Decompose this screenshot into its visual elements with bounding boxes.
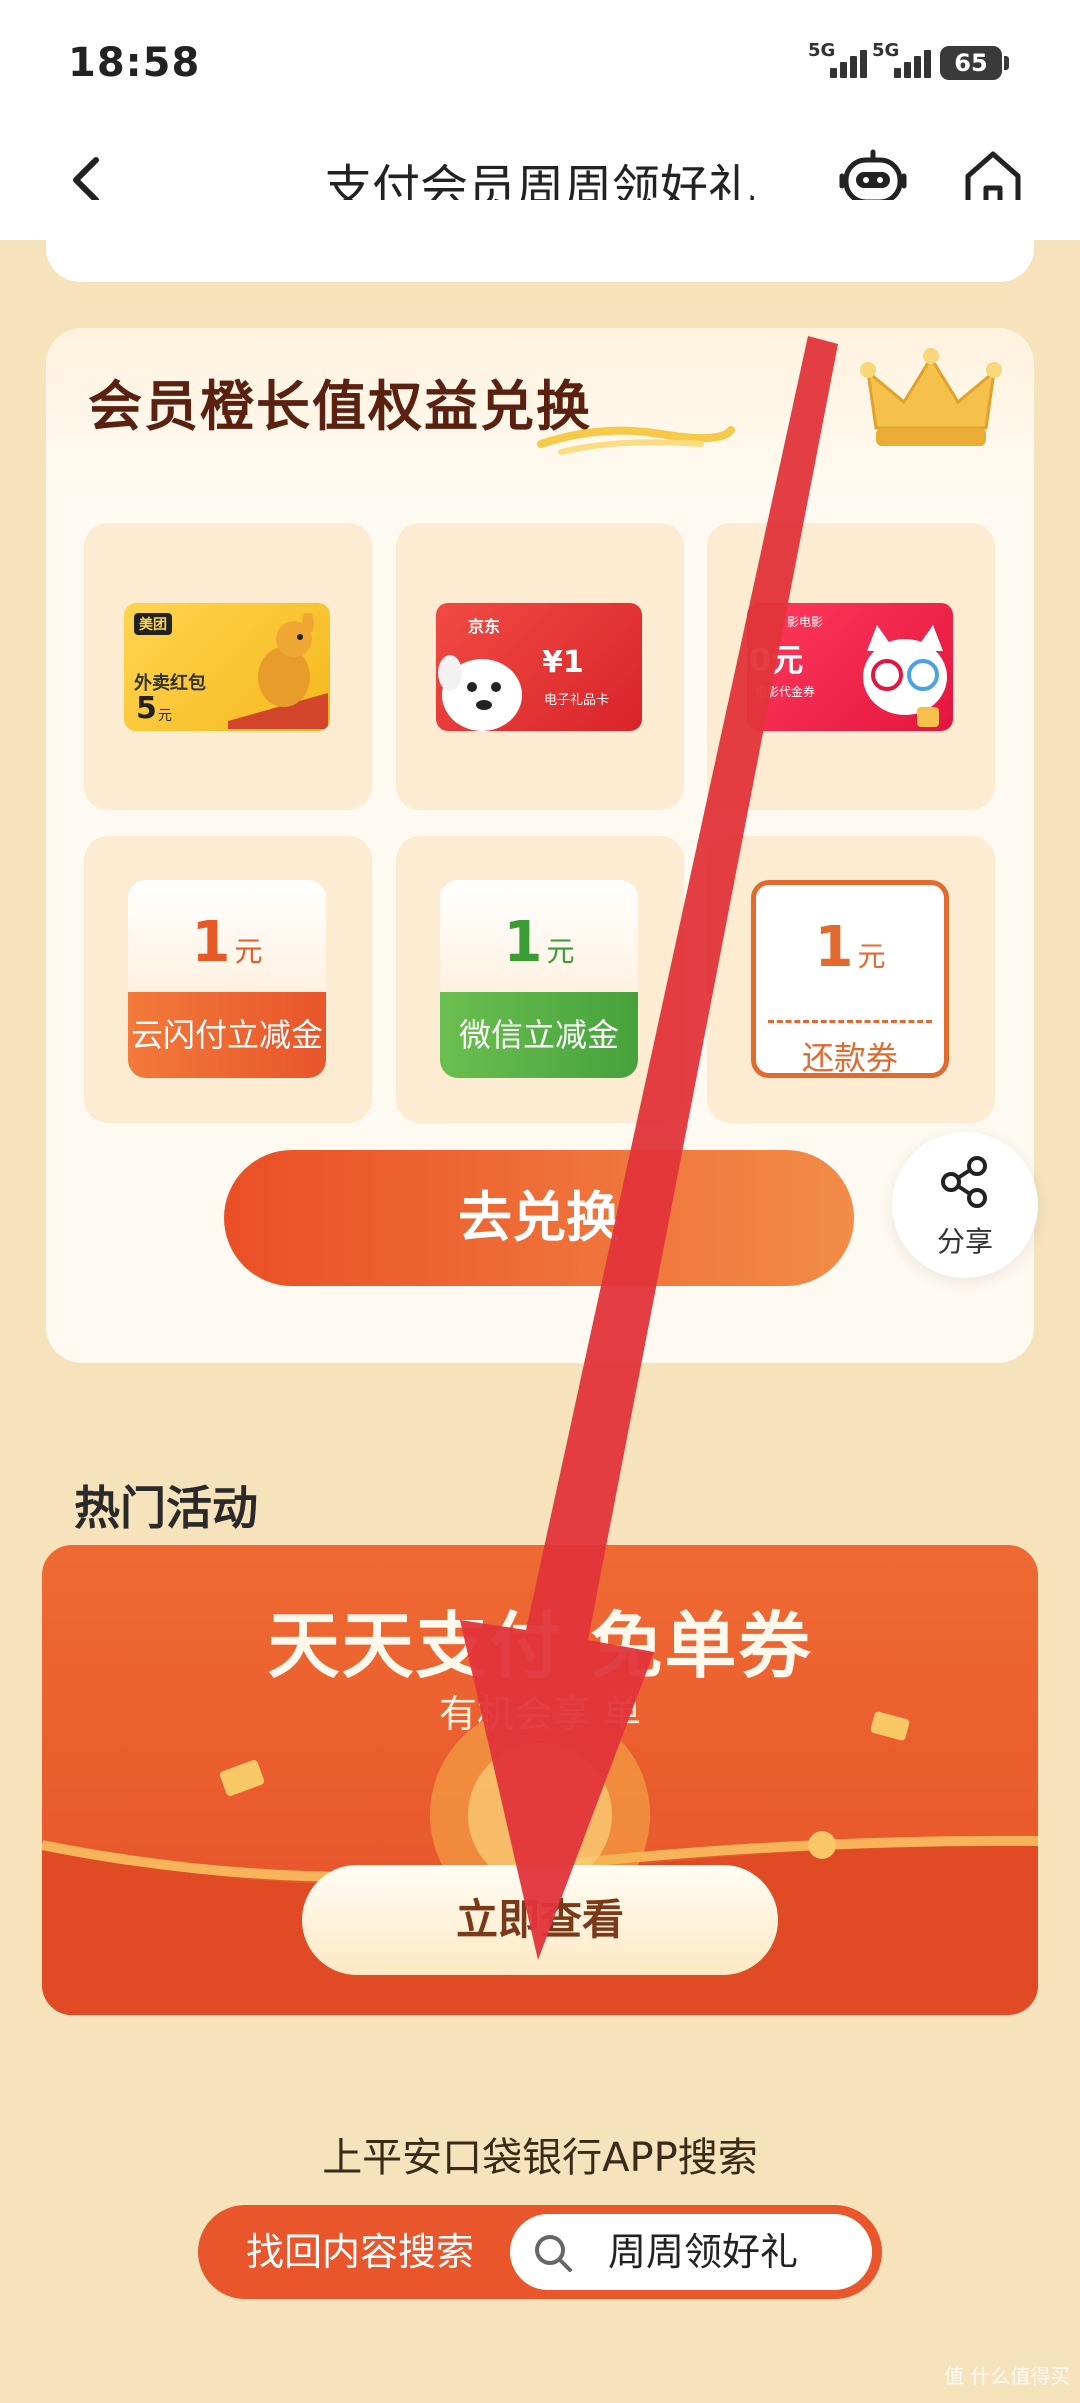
search-keyword-box[interactable]: 周周领好礼 bbox=[510, 2214, 872, 2290]
free-order-banner[interactable]: 天天支付 免单券 有机会享 单 立即查看 bbox=[42, 1545, 1038, 2015]
watermark: 值 什么值得买 bbox=[944, 2364, 1071, 2388]
voucher-label: 云闪付立减金 bbox=[128, 992, 326, 1078]
jd-dog-mascot-icon bbox=[438, 655, 522, 731]
reward-tile-meituan[interactable]: 美团 外卖红包 5 元 bbox=[84, 523, 372, 810]
banner-title: 天天支付 免单券 bbox=[267, 1604, 813, 1688]
voucher-label: 微信立减金 bbox=[440, 992, 638, 1078]
view-now-button[interactable]: 立即查看 bbox=[302, 1865, 778, 1975]
search-keyword: 周周领好礼 bbox=[608, 2230, 799, 2274]
exchange-button[interactable]: 去兑换 bbox=[224, 1150, 854, 1286]
status-bar: 18:58 5G 5G 65 bbox=[0, 0, 1080, 120]
exchange-title: 会员橙长值权益兑换 bbox=[88, 375, 592, 438]
search-pill[interactable]: 找回内容搜索 周周领好礼 bbox=[198, 2205, 882, 2299]
search-hint: 上平安口袋银行APP搜索 bbox=[322, 2135, 758, 2181]
battery-icon: 65 bbox=[940, 46, 1009, 80]
exchange-card: 会员橙长值权益兑换 美团 外卖红包 5 元 京东 ¥1 电子礼品卡 影电影 0元… bbox=[46, 328, 1034, 1363]
jd-gift-card: 京东 ¥1 电子礼品卡 bbox=[436, 603, 642, 731]
search-pill-label: 找回内容搜索 bbox=[246, 2230, 475, 2274]
reward-tile-repayment[interactable]: 1元 还款券 bbox=[707, 836, 995, 1123]
meituan-gift-card: 美团 外卖红包 5 元 bbox=[124, 603, 330, 731]
share-button[interactable]: 分享 bbox=[892, 1132, 1038, 1278]
previous-section-card bbox=[46, 200, 1034, 282]
cat-mascot-icon bbox=[863, 625, 947, 727]
banner-subtitle: 有机会享 单 bbox=[438, 1692, 642, 1736]
clock: 18:58 bbox=[68, 40, 201, 86]
wechat-voucher: 1元 微信立减金 bbox=[440, 880, 638, 1078]
share-icon bbox=[941, 1156, 987, 1208]
title-underline-deco bbox=[537, 426, 735, 455]
repayment-voucher: 1元 还款券 bbox=[751, 880, 949, 1078]
reward-tile-jd[interactable]: 京东 ¥1 电子礼品卡 bbox=[396, 523, 684, 810]
search-icon bbox=[535, 2235, 572, 2272]
movie-voucher-card: 影电影 0元 电影代金券 bbox=[747, 603, 953, 731]
hot-activities-title: 热门活动 bbox=[74, 1481, 258, 1535]
share-label: 分享 bbox=[936, 1225, 993, 1258]
crown-icon bbox=[860, 348, 1002, 446]
voucher-label: 还款券 bbox=[801, 1039, 898, 1077]
reward-tile-wechat[interactable]: 1元 微信立减金 bbox=[396, 836, 684, 1123]
reward-tile-unionpay[interactable]: 1元 云闪付立减金 bbox=[84, 836, 372, 1123]
kangaroo-mascot-icon bbox=[228, 613, 328, 729]
unionpay-voucher: 1元 云闪付立减金 bbox=[128, 880, 326, 1078]
reward-tile-movie[interactable]: 影电影 0元 电影代金券 bbox=[707, 523, 995, 810]
signal-icon: 5G bbox=[808, 40, 867, 80]
signal-icon: 5G bbox=[872, 40, 931, 80]
